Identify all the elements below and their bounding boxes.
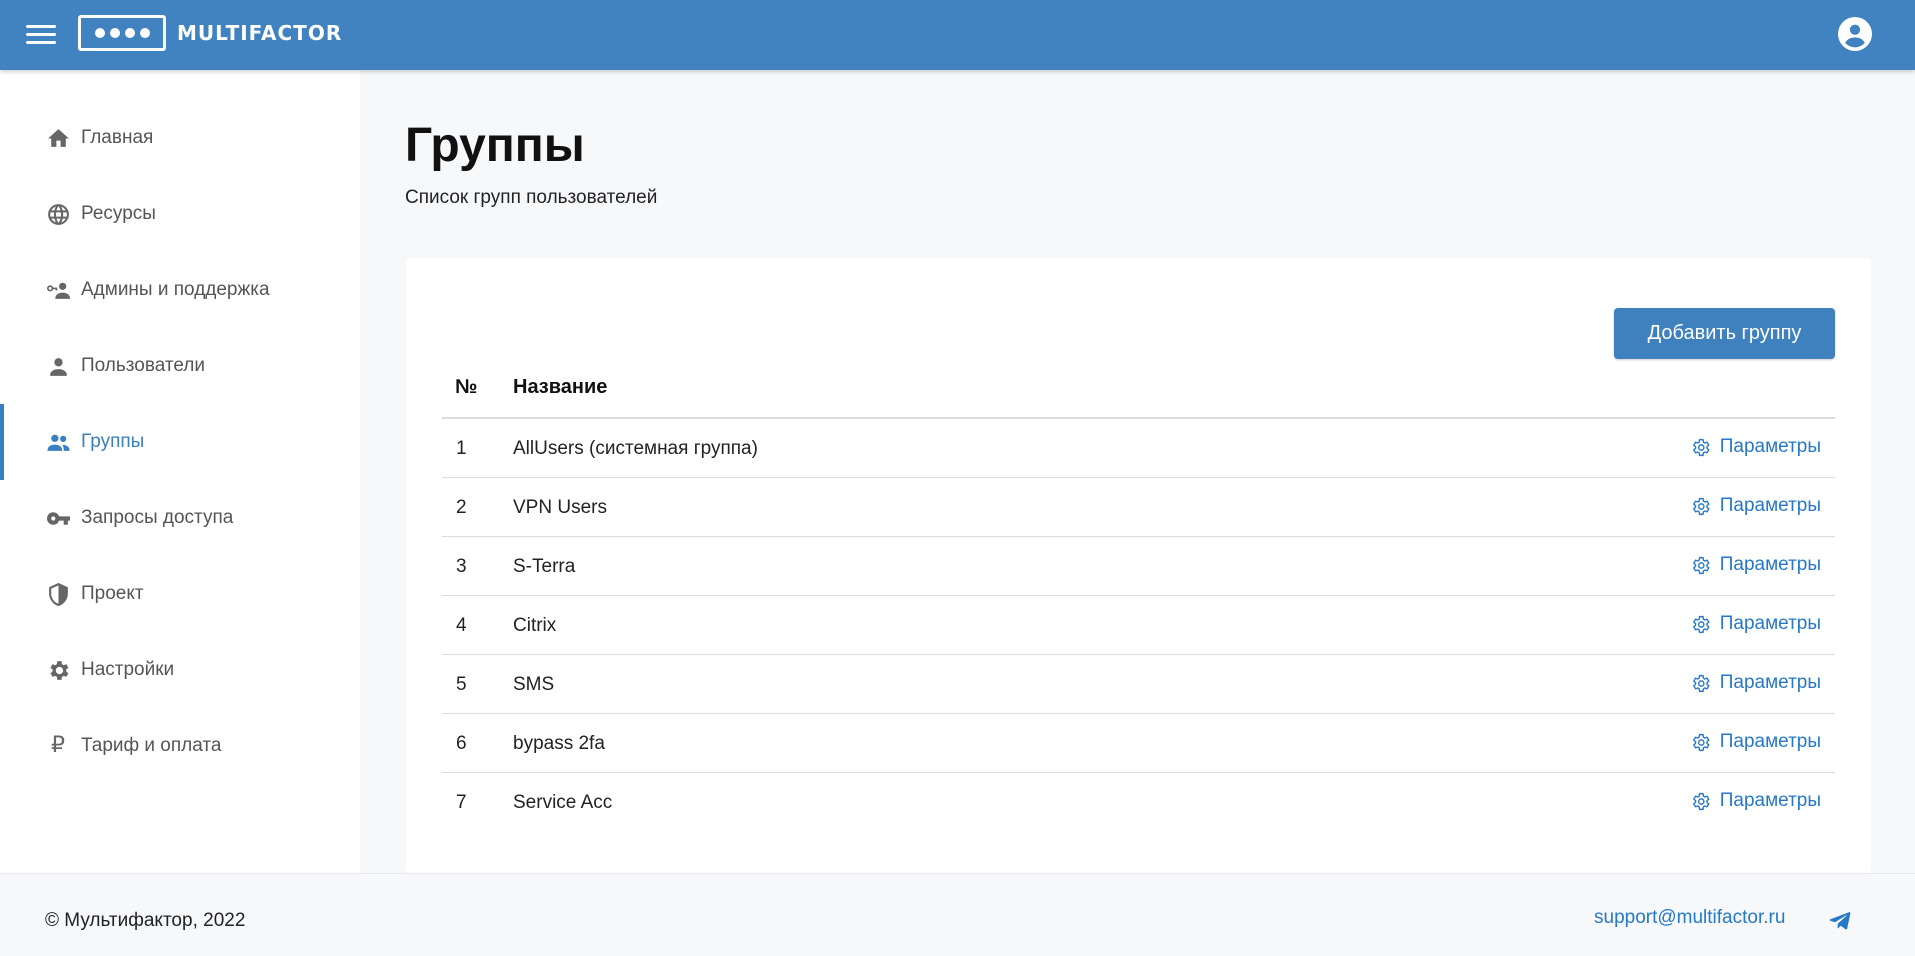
sidebar-item-users[interactable]: Пользователи (0, 328, 360, 404)
telegram-icon[interactable] (1828, 908, 1852, 932)
parameters-label: Параметры (1719, 436, 1821, 457)
gear-outline-icon (1692, 733, 1710, 751)
sidebar-item-project[interactable]: Проект (0, 556, 360, 632)
add-group-button[interactable]: Добавить группу (1614, 308, 1835, 359)
group-parameters-link[interactable]: Параметры (1690, 495, 1821, 517)
row-number: 4 (456, 615, 467, 636)
parameters-label: Параметры (1719, 613, 1821, 634)
sidebar-item-settings[interactable]: Настройки (0, 632, 360, 708)
gear-outline-icon (1692, 615, 1710, 633)
gear-outline-icon (1692, 438, 1710, 456)
row-number: 5 (456, 674, 467, 695)
sidebar-item-label: Запросы доступа (81, 507, 234, 528)
table-row: 3 S-Terra Параметры (442, 537, 1835, 596)
parameters-label: Параметры (1719, 731, 1821, 752)
footer: © Мультифактор, 2022 support@multifactor… (0, 873, 1915, 956)
key-icon (45, 505, 71, 531)
parameters-label: Параметры (1719, 790, 1821, 811)
page-title: Группы (405, 119, 585, 172)
sidebar-item-label: Тариф и оплата (81, 735, 222, 756)
globe-icon (45, 201, 71, 227)
group-name: VPN Users (513, 497, 607, 518)
ruble-icon: ₽ (51, 733, 65, 758)
table-row: 6 bypass 2fa Параметры (442, 714, 1835, 773)
sidebar: Главная Ресурсы Админы и поддержка Польз… (0, 70, 360, 873)
column-header-number: № (455, 376, 478, 398)
group-parameters-link[interactable]: Параметры (1690, 790, 1821, 812)
row-number: 7 (456, 792, 467, 813)
sidebar-item-access-requests[interactable]: Запросы доступа (0, 480, 360, 556)
row-number: 1 (456, 438, 467, 459)
top-bar: MULTIFACTOR (0, 0, 1915, 70)
group-parameters-link[interactable]: Параметры (1690, 672, 1821, 694)
sidebar-item-label: Настройки (81, 659, 175, 680)
group-parameters-link[interactable]: Параметры (1690, 613, 1821, 635)
sidebar-item-home[interactable]: Главная (0, 100, 360, 176)
parameters-label: Параметры (1719, 672, 1821, 693)
sidebar-item-label: Админы и поддержка (81, 279, 270, 300)
table-header: № Название (442, 358, 1835, 419)
row-number: 6 (456, 733, 467, 754)
group-name: SMS (513, 674, 555, 695)
table-row: 1 AllUsers (системная группа) Параметры (442, 419, 1835, 478)
page-subtitle: Список групп пользователей (405, 187, 658, 208)
table-row: 4 Citrix Параметры (442, 596, 1835, 655)
gear-outline-icon (1692, 497, 1710, 515)
group-name: Citrix (513, 615, 557, 636)
support-email-link[interactable]: support@multifactor.ru (1594, 907, 1785, 929)
hamburger-icon[interactable] (26, 24, 56, 46)
account-circle-icon[interactable] (1838, 17, 1872, 51)
groups-card: Добавить группу № Название 1 AllUsers (с… (406, 258, 1871, 873)
logo[interactable]: MULTIFACTOR (78, 15, 342, 51)
sidebar-item-admins[interactable]: Админы и поддержка (0, 252, 360, 328)
user-icon (45, 353, 71, 379)
sidebar-item-label: Группы (81, 431, 145, 452)
logo-text: MULTIFACTOR (177, 21, 343, 45)
row-number: 2 (456, 497, 467, 518)
logo-mark (78, 15, 166, 51)
sidebar-item-label: Пользователи (81, 355, 206, 376)
group-parameters-link[interactable]: Параметры (1690, 436, 1821, 458)
group-name: S-Terra (513, 556, 576, 577)
sidebar-item-groups[interactable]: Группы (0, 404, 360, 480)
copyright-text: © Мультифактор, 2022 (45, 910, 246, 931)
column-header-name: Название (513, 376, 608, 398)
group-parameters-link[interactable]: Параметры (1690, 731, 1821, 753)
sidebar-item-billing[interactable]: ₽ Тариф и оплата (0, 708, 360, 784)
group-name: bypass 2fa (513, 733, 605, 754)
parameters-label: Параметры (1719, 554, 1821, 575)
sidebar-item-resources[interactable]: Ресурсы (0, 176, 360, 252)
admin-key-user-icon (45, 277, 71, 303)
sidebar-item-label: Главная (81, 127, 154, 148)
row-number: 3 (456, 556, 467, 577)
shield-icon (45, 581, 71, 607)
group-name: Service Acc (513, 792, 613, 813)
group-parameters-link[interactable]: Параметры (1690, 554, 1821, 576)
table-row: 5 SMS Параметры (442, 655, 1835, 714)
table-row: 2 VPN Users Параметры (442, 478, 1835, 537)
gear-icon (45, 657, 71, 683)
parameters-label: Параметры (1719, 495, 1821, 516)
users-group-icon (45, 429, 71, 455)
sidebar-item-label: Ресурсы (81, 203, 156, 224)
groups-table-body: 1 AllUsers (системная группа) Параметры … (442, 419, 1835, 832)
gear-outline-icon (1692, 674, 1710, 692)
gear-outline-icon (1692, 556, 1710, 574)
table-row: 7 Service Acc Параметры (442, 773, 1835, 832)
home-icon (45, 125, 71, 151)
gear-outline-icon (1692, 792, 1710, 810)
group-name: AllUsers (системная группа) (513, 438, 758, 459)
sidebar-item-label: Проект (81, 583, 144, 604)
